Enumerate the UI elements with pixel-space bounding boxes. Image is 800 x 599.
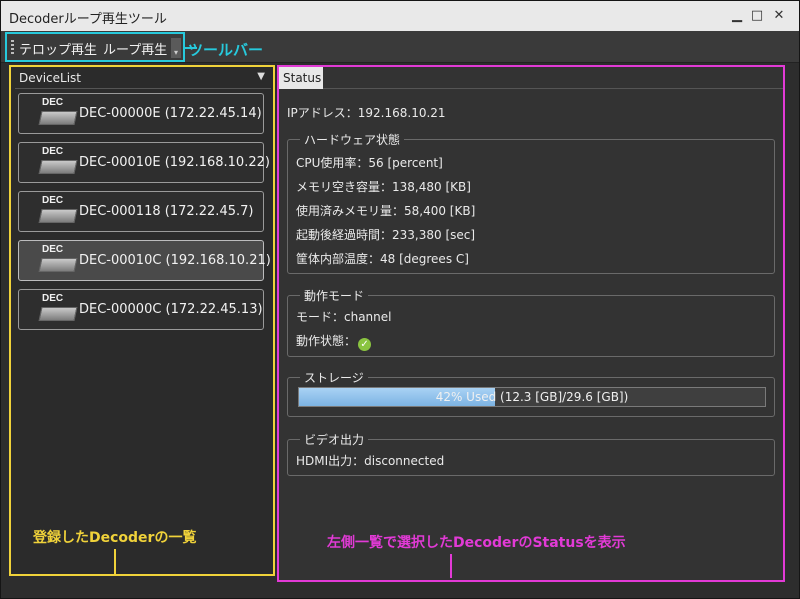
mode-group-title: 動作モード <box>300 287 369 304</box>
decoder-device-icon: DEC <box>38 293 80 327</box>
status-panel: Status IPアドレス：192.168.10.21 ハードウェア状態 CPU… <box>277 65 785 582</box>
device-name: DEC-00000E (172.22.45.14) <box>79 106 262 121</box>
device-list-annotation: 登録したDecoderの一覧 <box>33 530 197 546</box>
device-list-header[interactable]: DeviceList ▼ <box>15 69 271 89</box>
device-item[interactable]: DEC DEC-00010E (192.168.10.22) <box>18 142 270 183</box>
device-icon-label: DEC <box>42 293 64 304</box>
hardware-group-title: ハードウェア状態 <box>300 131 405 148</box>
status-annotation-line <box>450 554 452 578</box>
operation-state: 動作状態： ✓ <box>296 332 372 351</box>
toolbar-grip-icon[interactable] <box>11 40 14 56</box>
memory-free: メモリ空き容量：138,480 [KB] <box>296 180 471 194</box>
hardware-group: ハードウェア状態 CPU使用率：56 [percent] メモリ空き容量：138… <box>287 131 775 274</box>
chevron-down-icon[interactable]: ▼ <box>257 71 265 82</box>
device-list-title: DeviceList <box>19 71 82 85</box>
device-item[interactable]: DEC DEC-000118 (172.22.45.7) <box>18 191 264 232</box>
storage-usage-text: 42% Used (12.3 [GB]/29.6 [GB]) <box>435 390 629 404</box>
toolbar: テロップ再生 ループ再生 ▾ <box>5 32 185 62</box>
storage-group-title: ストレージ <box>300 369 368 386</box>
device-name: DEC-00010E (192.168.10.22) <box>79 155 270 170</box>
maximize-icon[interactable]: □ <box>749 8 765 24</box>
ip-address: IPアドレス：192.168.10.21 <box>287 106 446 120</box>
device-icon-label: DEC <box>42 244 64 255</box>
cpu-usage: CPU使用率：56 [percent] <box>296 156 443 170</box>
decoder-device-icon: DEC <box>38 195 80 229</box>
video-output-group-title: ビデオ出力 <box>300 431 369 448</box>
check-ok-icon: ✓ <box>358 338 372 351</box>
hdmi-output: HDMI出力：disconnected <box>296 454 445 468</box>
decoder-device-icon: DEC <box>38 97 80 131</box>
device-item[interactable]: DEC DEC-00010C (192.168.10.21) <box>18 240 271 281</box>
operation-mode: モード：channel <box>296 310 392 324</box>
device-icon-label: DEC <box>42 195 64 206</box>
uptime: 起動後経過時間：233,380 [sec] <box>296 228 476 242</box>
chassis-temperature: 筐体内部温度：48 [degrees C] <box>296 252 469 266</box>
status-annotation: 左側一覧で選択したDecoderのStatusを表示 <box>327 535 626 551</box>
close-icon[interactable]: ✕ <box>771 8 787 24</box>
window-title: Decoderループ再生ツール <box>9 12 167 27</box>
storage-group: ストレージ 42% Used (12.3 [GB]/29.6 [GB]) <box>287 369 775 417</box>
title-bar: Decoderループ再生ツール ▁ □ ✕ <box>1 1 799 31</box>
toolbar-overflow-icon[interactable]: ▾ <box>171 38 181 58</box>
operation-state-label: 動作状態： <box>296 334 357 348</box>
video-output-group: ビデオ出力 HDMI出力：disconnected <box>287 431 775 476</box>
tab-status[interactable]: Status <box>279 67 323 89</box>
device-item[interactable]: DEC DEC-00000E (172.22.45.14) <box>18 93 264 134</box>
loop-play-button[interactable]: ループ再生 <box>103 39 167 58</box>
minimize-icon[interactable]: ▁ <box>729 8 745 24</box>
device-name: DEC-000118 (172.22.45.7) <box>79 204 254 219</box>
decoder-device-icon: DEC <box>38 146 80 180</box>
mode-group: 動作モード モード：channel 動作状態： ✓ <box>287 287 775 357</box>
app-window: Decoderループ再生ツール ▁ □ ✕ テロップ再生 ループ再生 ▾ ツール… <box>0 0 800 599</box>
storage-progress-bar: 42% Used (12.3 [GB]/29.6 [GB]) <box>298 387 766 407</box>
device-name: DEC-00010C (192.168.10.21) <box>79 253 271 268</box>
device-icon-label: DEC <box>42 97 64 108</box>
device-item[interactable]: DEC DEC-00000C (172.22.45.13) <box>18 289 264 330</box>
device-icon-label: DEC <box>42 146 64 157</box>
device-list-annotation-line <box>114 549 116 575</box>
tab-divider <box>323 88 783 89</box>
decoder-device-icon: DEC <box>38 244 80 278</box>
toolbar-annotation: ツールバー <box>188 41 264 59</box>
telop-play-button[interactable]: テロップ再生 <box>19 39 97 58</box>
memory-used: 使用済みメモリ量：58,400 [KB] <box>296 204 476 218</box>
device-list-panel: DeviceList ▼ DEC DEC-00000E (172.22.45.14… <box>9 65 275 576</box>
device-name: DEC-00000C (172.22.45.13) <box>79 302 263 317</box>
